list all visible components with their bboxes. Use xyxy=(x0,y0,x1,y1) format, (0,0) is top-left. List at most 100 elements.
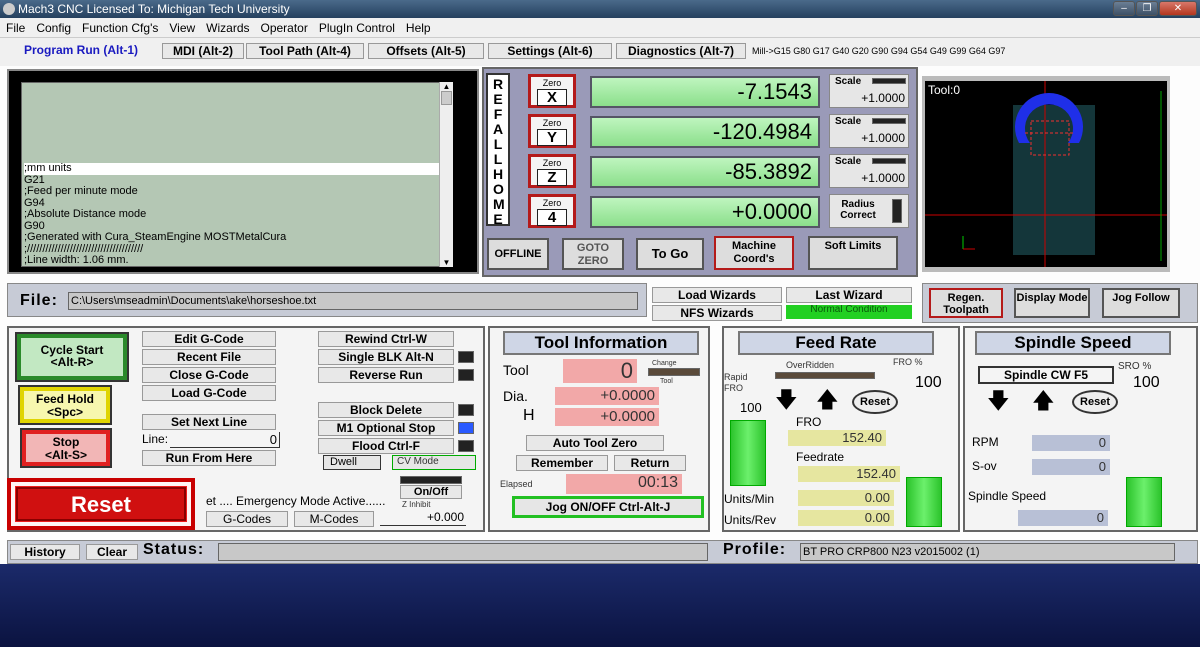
units-per-min-label: Units/Min xyxy=(724,492,775,506)
scroll-down-icon[interactable]: ▼ xyxy=(440,258,453,267)
auto-tool-zero-button[interactable]: Auto Tool Zero xyxy=(526,435,664,451)
close-gcode-button[interactable]: Close G-Code xyxy=(142,367,276,383)
optional-stop-button[interactable]: M1 Optional Stop xyxy=(318,420,454,436)
ref-all-home-label: REF ALL HOME xyxy=(493,76,505,227)
ref-all-home-button[interactable]: REF ALL HOME xyxy=(486,73,510,227)
file-label: File: xyxy=(20,292,58,309)
mcodes-button[interactable]: M-Codes xyxy=(294,511,374,527)
block-delete-led xyxy=(458,404,474,416)
scale-x[interactable]: Scale +1.0000 xyxy=(829,74,909,108)
feed-up-arrow-icon[interactable]: 🡅 xyxy=(816,389,839,411)
profile-name-field: BT PRO CRP800 N23 v2015002 (1) xyxy=(800,543,1175,561)
menu-operator[interactable]: Operator xyxy=(255,18,313,35)
feed-down-arrow-icon[interactable]: 🡇 xyxy=(775,389,798,411)
cycle-start-button[interactable]: Cycle Start <Alt-R> xyxy=(15,332,129,382)
close-button[interactable]: ✕ xyxy=(1159,1,1197,16)
spindle-up-arrow-icon[interactable]: 🡅 xyxy=(1032,390,1055,412)
offline-button[interactable]: OFFLINE xyxy=(487,238,549,270)
menu-config[interactable]: Config xyxy=(30,18,76,35)
machine-coords-button[interactable]: Machine Coord's xyxy=(714,236,794,270)
spindle-speed-value[interactable]: 0 xyxy=(1018,510,1108,526)
z-inhibit-onoff-button[interactable]: On/Off xyxy=(400,485,462,499)
tab-diagnostics[interactable]: Diagnostics (Alt-7) xyxy=(616,43,746,59)
scale-y[interactable]: Scale +1.0000 xyxy=(829,114,909,148)
rapid-fro-slider[interactable] xyxy=(730,420,766,486)
jog-follow-button[interactable]: Jog Follow xyxy=(1102,288,1180,318)
jog-onoff-button[interactable]: Jog ON/OFF Ctrl-Alt-J xyxy=(512,496,704,518)
menu-plugin-control[interactable]: PlugIn Control xyxy=(313,18,400,35)
reverse-run-button[interactable]: Reverse Run xyxy=(318,367,454,383)
file-path-field[interactable]: C:\Users\mseadmin\Documents\ake\horsesho… xyxy=(68,292,638,310)
tab-tool-path[interactable]: Tool Path (Alt-4) xyxy=(246,43,364,59)
tab-settings[interactable]: Settings (Alt-6) xyxy=(488,43,612,59)
regen-toolpath-button[interactable]: Regen. Toolpath xyxy=(929,288,1003,318)
scroll-up-icon[interactable]: ▲ xyxy=(440,82,453,91)
flood-button[interactable]: Flood Ctrl-F xyxy=(318,438,454,454)
axis-z-label: Z xyxy=(537,169,567,186)
tab-program-run[interactable]: Program Run (Alt-1) xyxy=(20,43,142,59)
history-button[interactable]: History xyxy=(10,544,80,560)
stop-button[interactable]: Stop <Alt-S> xyxy=(20,428,112,468)
spindle-cw-button[interactable]: Spindle CW F5 xyxy=(978,366,1114,384)
feedrate-value[interactable]: 152.40 xyxy=(798,466,900,482)
feed-reset-button[interactable]: Reset xyxy=(852,390,898,414)
set-next-line-button[interactable]: Set Next Line xyxy=(142,414,276,430)
to-go-button[interactable]: To Go xyxy=(636,238,704,270)
spindle-down-arrow-icon[interactable]: 🡇 xyxy=(987,390,1010,412)
scroll-thumb[interactable] xyxy=(441,91,452,105)
last-wizard-button[interactable]: Last Wizard xyxy=(786,287,912,303)
diameter-field[interactable]: +0.0000 xyxy=(555,387,659,405)
clear-button[interactable]: Clear xyxy=(86,544,138,560)
gcodes-button[interactable]: G-Codes xyxy=(206,511,288,527)
remember-button[interactable]: Remember xyxy=(516,455,608,471)
radius-correct-button[interactable]: Radius Correct xyxy=(829,194,909,228)
menu-view[interactable]: View xyxy=(163,18,200,35)
profile-label: Profile: xyxy=(723,541,787,558)
edit-gcode-button[interactable]: Edit G-Code xyxy=(142,331,276,347)
reset-button[interactable]: Reset xyxy=(7,478,195,530)
dro-z[interactable]: -85.3892 xyxy=(590,156,820,188)
soft-limits-button[interactable]: Soft Limits xyxy=(808,236,898,270)
run-from-here-button[interactable]: Run From Here xyxy=(142,450,276,466)
gcode-scrollbar[interactable]: ▲ ▼ xyxy=(439,82,453,267)
menu-file[interactable]: File xyxy=(0,18,30,35)
block-delete-button[interactable]: Block Delete xyxy=(318,402,454,418)
dro-y[interactable]: -120.4984 xyxy=(590,116,820,148)
line-number-field[interactable]: 0 xyxy=(170,432,280,448)
z-inhibit-value[interactable]: +0.000 xyxy=(380,510,466,526)
zero-x-button[interactable]: Zero X xyxy=(528,74,576,108)
feed-hold-button[interactable]: Feed Hold <Spc> xyxy=(18,385,112,425)
zero-4-button[interactable]: Zero 4 xyxy=(528,194,576,228)
scale-z[interactable]: Scale +1.0000 xyxy=(829,154,909,188)
rewind-button[interactable]: Rewind Ctrl-W xyxy=(318,331,454,347)
spindle-reset-button[interactable]: Reset xyxy=(1072,390,1118,414)
zero-label: Zero xyxy=(542,158,562,168)
zero-z-button[interactable]: Zero Z xyxy=(528,154,576,188)
gcode-listing[interactable]: ;mm units G21 ;Feed per minute mode G94 … xyxy=(21,82,453,267)
menu-function-cfgs[interactable]: Function Cfg's xyxy=(76,18,163,35)
toolpath-view[interactable]: Tool:0 xyxy=(925,81,1167,267)
dro-x[interactable]: -7.1543 xyxy=(590,76,820,108)
nfs-wizards-button[interactable]: NFS Wizards xyxy=(652,305,782,321)
gcode-line: ;Feed per minute mode xyxy=(24,185,138,197)
minimize-button[interactable]: – xyxy=(1113,1,1135,16)
return-button[interactable]: Return xyxy=(614,455,686,471)
menu-wizards[interactable]: Wizards xyxy=(200,18,254,35)
goto-zero-button[interactable]: GOTO ZERO xyxy=(562,238,624,270)
single-block-button[interactable]: Single BLK Alt-N xyxy=(318,349,454,365)
fro-value[interactable]: 152.40 xyxy=(788,430,886,446)
load-wizards-button[interactable]: Load Wizards xyxy=(652,287,782,303)
zero-y-button[interactable]: Zero Y xyxy=(528,114,576,148)
fro-slider[interactable] xyxy=(906,477,942,527)
tab-offsets[interactable]: Offsets (Alt-5) xyxy=(368,43,484,59)
tab-mdi[interactable]: MDI (Alt-2) xyxy=(162,43,244,59)
recent-file-button[interactable]: Recent File xyxy=(142,349,276,365)
maximize-button[interactable]: ❐ xyxy=(1136,1,1158,16)
menu-help[interactable]: Help xyxy=(400,18,436,35)
load-gcode-button[interactable]: Load G-Code xyxy=(142,385,276,401)
dro-4[interactable]: +0.0000 xyxy=(590,196,820,228)
spindle-override-slider[interactable] xyxy=(1126,477,1162,527)
display-mode-button[interactable]: Display Mode xyxy=(1014,288,1090,318)
height-field[interactable]: +0.0000 xyxy=(555,408,659,426)
tool-number-field[interactable]: 0 xyxy=(563,359,637,383)
